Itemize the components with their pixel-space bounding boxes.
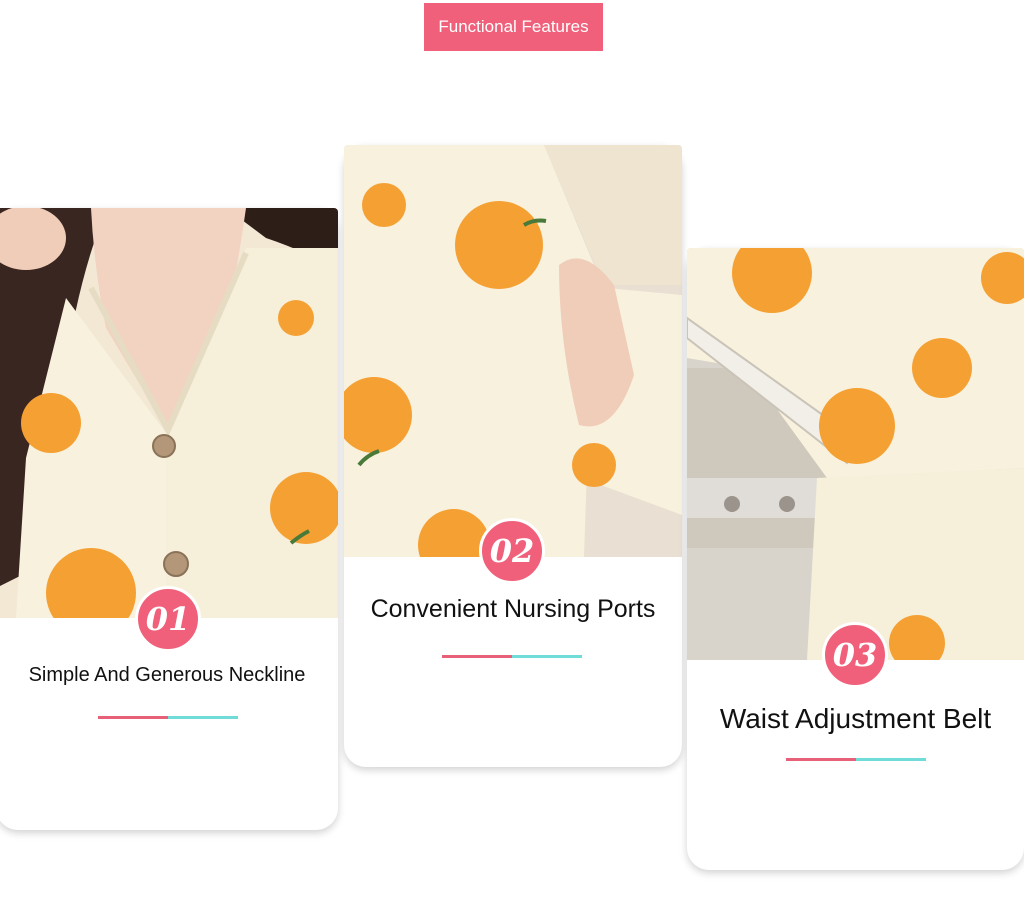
nursing-port-photo — [344, 145, 682, 557]
feature-title: Simple And Generous Neckline — [28, 664, 306, 686]
feature-number-badge: 01 — [135, 586, 201, 652]
feature-card-nursing: 02 Convenient Nursing Ports — [344, 145, 682, 767]
feature-card-neckline: 01 Simple And Generous Neckline — [0, 208, 338, 830]
feature-title: Convenient Nursing Ports — [370, 595, 656, 623]
feature-divider — [786, 758, 926, 761]
feature-number-badge: 03 — [822, 622, 888, 688]
section-title-badge: Functional Features — [424, 3, 603, 51]
feature-number: 03 — [832, 636, 878, 674]
waist-belt-photo — [687, 248, 1024, 660]
feature-number: 02 — [489, 532, 535, 570]
feature-title: Waist Adjustment Belt — [719, 703, 992, 734]
feature-divider — [442, 655, 582, 658]
feature-divider — [98, 716, 238, 719]
feature-number-badge: 02 — [479, 518, 545, 584]
neckline-photo — [0, 208, 338, 618]
section-title: Functional Features — [438, 17, 589, 36]
feature-number: 01 — [145, 600, 191, 638]
feature-card-waist: 03 Waist Adjustment Belt — [687, 248, 1024, 870]
